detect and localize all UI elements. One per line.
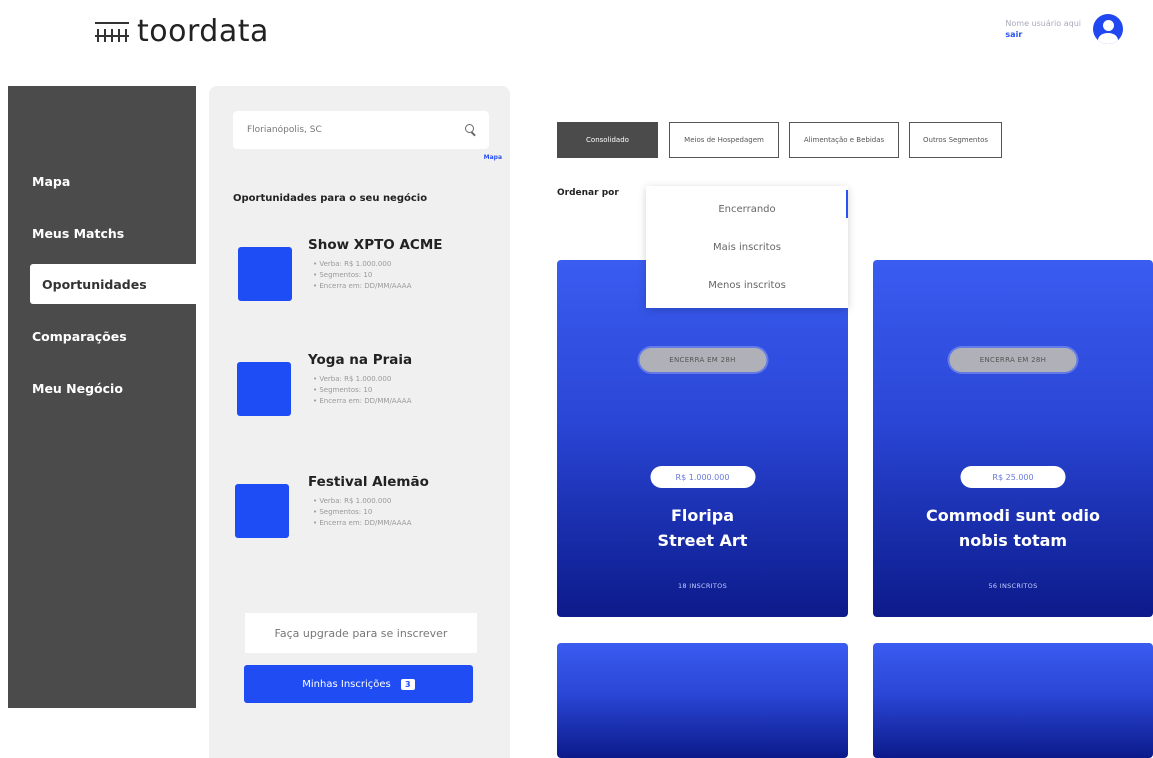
user-area: Nome usuário aqui sair [1005,14,1123,44]
sort-label: Ordenar por [557,188,619,198]
event-card[interactable]: ENCERRA EM 28H R$ 25.000 Commodi sunt od… [873,260,1153,617]
subscribers-count: 18 INSCRITOS [677,582,728,590]
opportunity-item[interactable]: Show XPTO ACME • Verba: R$ 1.000.000 • S… [233,237,503,307]
price-badge: R$ 25.000 [960,466,1066,488]
opportunity-title: Show XPTO ACME [308,237,443,253]
sort-option-mais-inscritos[interactable]: Mais inscritos [646,242,848,253]
user-info: Nome usuário aqui sair [1005,18,1081,40]
logo-mark-icon [95,20,129,44]
opportunity-deadline: • Encerra em: DD/MM/AAAA [313,397,412,405]
my-subscriptions-button[interactable]: Minhas Inscrições 3 [244,665,473,703]
tab-alimentacao-e-bebidas[interactable]: Alimentação e Bebidas [789,122,899,158]
opportunity-thumbnail [237,362,291,416]
event-title: Commodi sunt odio nobis totam [873,503,1153,553]
logo-text: toordata [137,14,269,49]
logo[interactable]: toordata [95,14,269,49]
opportunity-title: Yoga na Praia [308,352,413,368]
opportunities-title: Oportunidades para o seu negócio [233,193,428,204]
opportunity-segments: • Segmentos: 10 [313,271,373,279]
ends-in-badge: ENCERRA EM 28H [949,348,1077,372]
search-icon[interactable] [465,124,477,136]
sort-option-menos-inscritos[interactable]: Menos inscritos [646,280,848,291]
sidebar: Mapa Meus Matchs Oportunidades Comparaçõ… [8,86,204,708]
opportunity-deadline: • Encerra em: DD/MM/AAAA [313,282,412,290]
my-subscriptions-label: Minhas Inscrições [302,678,391,690]
avatar-icon[interactable] [1093,14,1123,44]
opportunity-details: • Verba: R$ 1.000.000 • Segmentos: 10 • … [313,496,412,529]
opportunity-details: • Verba: R$ 1.000.000 • Segmentos: 10 • … [313,374,412,407]
opportunity-thumbnail [238,247,292,301]
price-badge: R$ 1.000.000 [650,466,755,488]
event-title-line-1: Floripa [670,506,735,525]
user-name: Nome usuário aqui [1005,19,1081,28]
logout-link[interactable]: sair [1005,29,1081,40]
event-card[interactable] [873,643,1153,758]
sidebar-item-meus-matchs[interactable]: Meus Matchs [8,213,196,253]
opportunities-panel: Mapa Oportunidades para o seu negócio Sh… [209,86,510,758]
opportunity-segments: • Segmentos: 10 [313,386,373,394]
subscribers-count: 56 INSCRITOS [988,582,1038,590]
opportunity-budget: • Verba: R$ 1.000.000 [313,260,392,268]
tab-meios-de-hospedagem[interactable]: Meios de Hospedagem [669,122,779,158]
sort-dropdown[interactable]: Encerrando Mais inscritos Menos inscrito… [646,186,848,308]
opportunity-thumbnail [235,484,289,538]
ends-in-badge: ENCERRA EM 28H [639,348,766,372]
sidebar-item-oportunidades[interactable]: Oportunidades [30,264,204,304]
event-title-line-2: nobis totam [958,531,1068,550]
subscriptions-count-badge: 3 [400,678,415,690]
search-box [233,111,489,149]
upgrade-button[interactable]: Faça upgrade para se inscrever [245,613,477,653]
sort-option-encerrando[interactable]: Encerrando [646,204,848,215]
opportunity-details: • Verba: R$ 1.000.000 • Segmentos: 10 • … [313,259,412,292]
event-card[interactable]: ENCERRA EM 28H R$ 1.000.000 Floripa Stre… [557,260,848,617]
event-card[interactable] [557,643,848,758]
opportunity-budget: • Verba: R$ 1.000.000 [313,375,392,383]
event-title: Floripa Street Art [557,503,848,553]
opportunity-item[interactable]: Yoga na Praia • Verba: R$ 1.000.000 • Se… [233,352,503,422]
sidebar-item-meu-negocio[interactable]: Meu Negócio [8,368,196,408]
opportunity-deadline: • Encerra em: DD/MM/AAAA [313,519,412,527]
opportunity-title: Festival Alemão [308,474,429,490]
event-title-line-1: Commodi sunt odio [925,506,1101,525]
tab-outros-segmentos[interactable]: Outros Segmentos [909,122,1002,158]
opportunity-item[interactable]: Festival Alemão • Verba: R$ 1.000.000 • … [233,474,503,544]
opportunity-budget: • Verba: R$ 1.000.000 [313,497,392,505]
dropdown-scrollbar[interactable] [846,190,848,218]
tab-consolidado[interactable]: Consolidado [557,122,658,158]
sidebar-item-mapa[interactable]: Mapa [8,161,196,201]
opportunity-segments: • Segmentos: 10 [313,508,373,516]
location-search-input[interactable] [245,124,465,136]
sidebar-item-comparacoes[interactable]: Comparações [8,316,196,356]
map-link[interactable]: Mapa [484,154,502,161]
event-title-line-2: Street Art [657,531,748,550]
